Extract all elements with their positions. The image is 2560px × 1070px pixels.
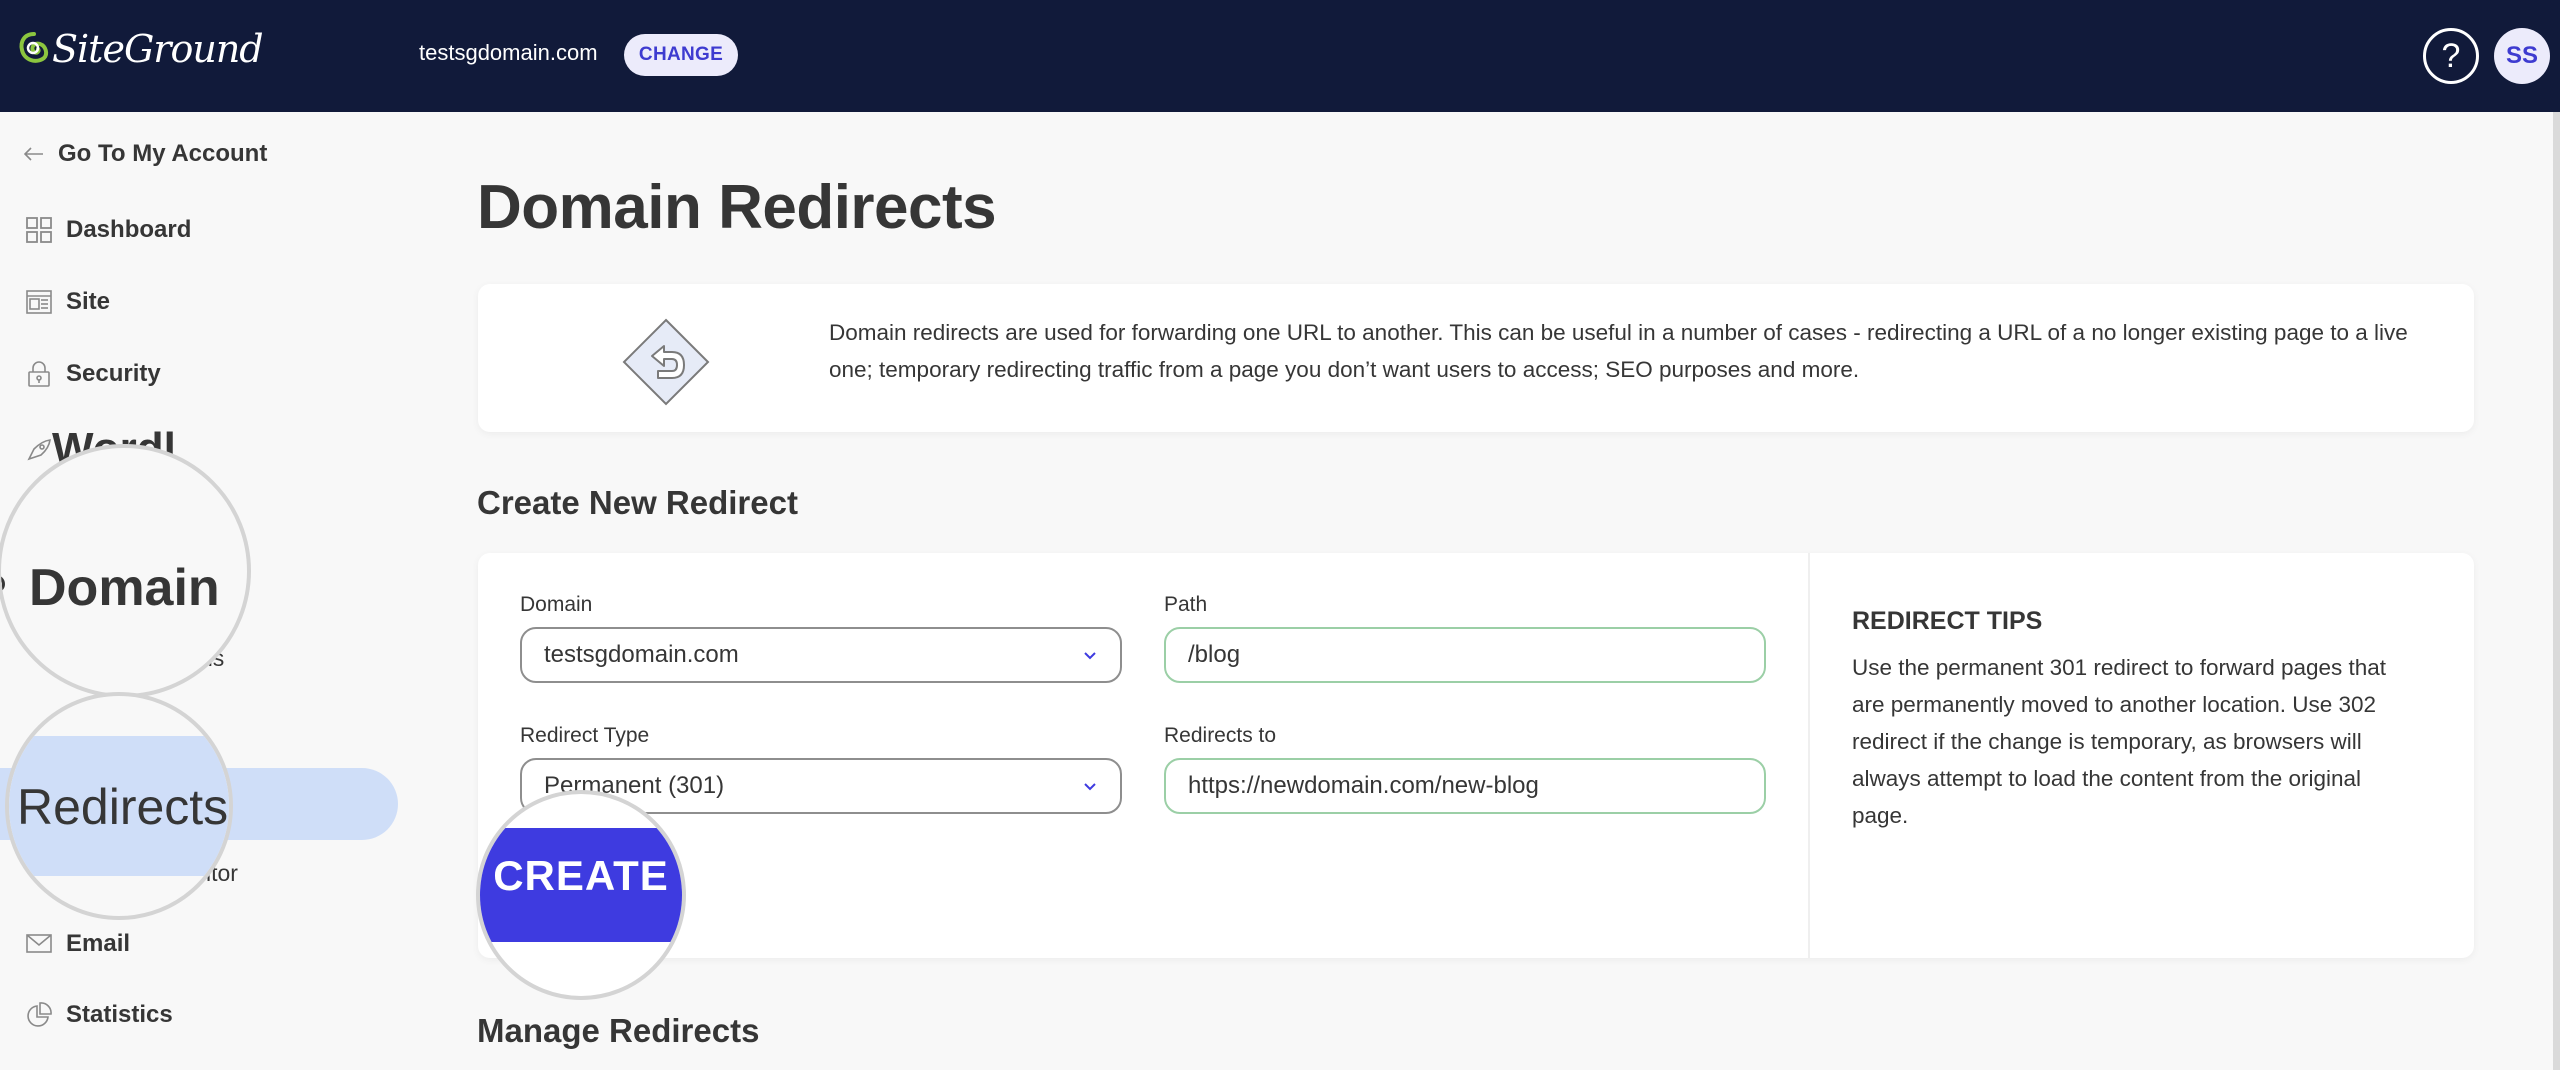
redirect-sign-icon	[622, 318, 710, 406]
tips-text: Use the permanent 301 redirect to forwar…	[1852, 655, 2387, 828]
envelope-icon	[26, 931, 52, 957]
path-input[interactable]: /blog	[1164, 627, 1766, 683]
manage-section-title: Manage Redirects	[477, 1012, 760, 1049]
create-redirect-form: Domain testsgdomain.com Path /blog Redir…	[478, 553, 2474, 958]
logo-text: SiteGround	[52, 27, 264, 71]
domain-select[interactable]: testsgdomain.com	[520, 627, 1122, 683]
sidebar-item-site[interactable]: Site	[26, 288, 110, 316]
magnifier-domain: Domain	[0, 444, 251, 698]
page-title: Domain Redirects	[477, 173, 997, 242]
domain-label: Domain	[520, 593, 593, 616]
magnifier-redirects: Redirects	[5, 692, 233, 920]
form-divider	[1808, 553, 1810, 958]
magnified-domain-label[interactable]: Domain	[29, 558, 220, 618]
site-window-icon	[26, 289, 52, 315]
domain-select-value: testsgdomain.com	[544, 641, 739, 668]
sidebar-item-email[interactable]: Email	[26, 930, 130, 958]
logo-swirl-icon	[18, 30, 50, 68]
magnified-redirects-label[interactable]: Redirects	[17, 778, 228, 836]
top-bar: SiteGround testsgdomain.com CHANGE ? SS	[0, 0, 2560, 112]
info-card: Domain redirects are used for forwarding…	[478, 284, 2474, 432]
create-section-title: Create New Redirect	[477, 484, 798, 521]
sidebar-item-label: Dashboard	[66, 216, 192, 243]
help-button[interactable]: ?	[2423, 28, 2479, 84]
current-domain: testsgdomain.com	[419, 40, 598, 65]
path-label: Path	[1164, 593, 1208, 616]
sidebar-item-label: Email	[66, 930, 131, 957]
redirects-to-label: Redirects to	[1164, 724, 1277, 747]
redirect-type-label: Redirect Type	[520, 724, 650, 747]
tips-title: REDIRECT TIPS	[1852, 607, 2043, 635]
sidebar-item-security[interactable]: Security	[26, 360, 161, 388]
sidebar-item-label: Site	[66, 288, 111, 315]
chevron-down-icon	[1078, 774, 1102, 798]
user-avatar[interactable]: SS	[2494, 28, 2550, 84]
path-input-value: /blog	[1188, 641, 1241, 668]
pie-chart-icon	[26, 1002, 52, 1028]
chevron-down-icon	[1078, 643, 1102, 667]
create-button-label: CREATE	[493, 852, 669, 899]
redirects-to-value: https://newdomain.com/new-blog	[1188, 772, 1539, 799]
sidebar-item-dashboard[interactable]: Dashboard	[26, 216, 191, 244]
rocket-icon	[26, 438, 52, 464]
sidebar-item-statistics[interactable]: Statistics	[26, 1001, 173, 1029]
change-domain-button[interactable]: CHANGE	[624, 34, 738, 76]
globe-icon	[1, 575, 5, 593]
go-to-my-account-label: Go To My Account	[58, 140, 268, 167]
info-description: Domain redirects are used for forwarding…	[829, 320, 2408, 382]
create-button[interactable]: CREATE	[476, 790, 686, 1000]
sidebar-item-label: Security	[66, 360, 161, 387]
go-to-my-account-link[interactable]: Go To My Account	[23, 140, 268, 168]
page-scrollbar[interactable]	[2553, 112, 2560, 1070]
grid-icon	[26, 217, 52, 243]
lock-icon	[26, 361, 52, 387]
siteground-logo[interactable]: SiteGround	[18, 27, 264, 71]
question-mark-icon: ?	[2441, 36, 2461, 75]
redirects-to-input[interactable]: https://newdomain.com/new-blog	[1164, 758, 1766, 814]
sidebar-item-label: Statistics	[66, 1001, 173, 1028]
arrow-left-icon	[23, 140, 44, 168]
